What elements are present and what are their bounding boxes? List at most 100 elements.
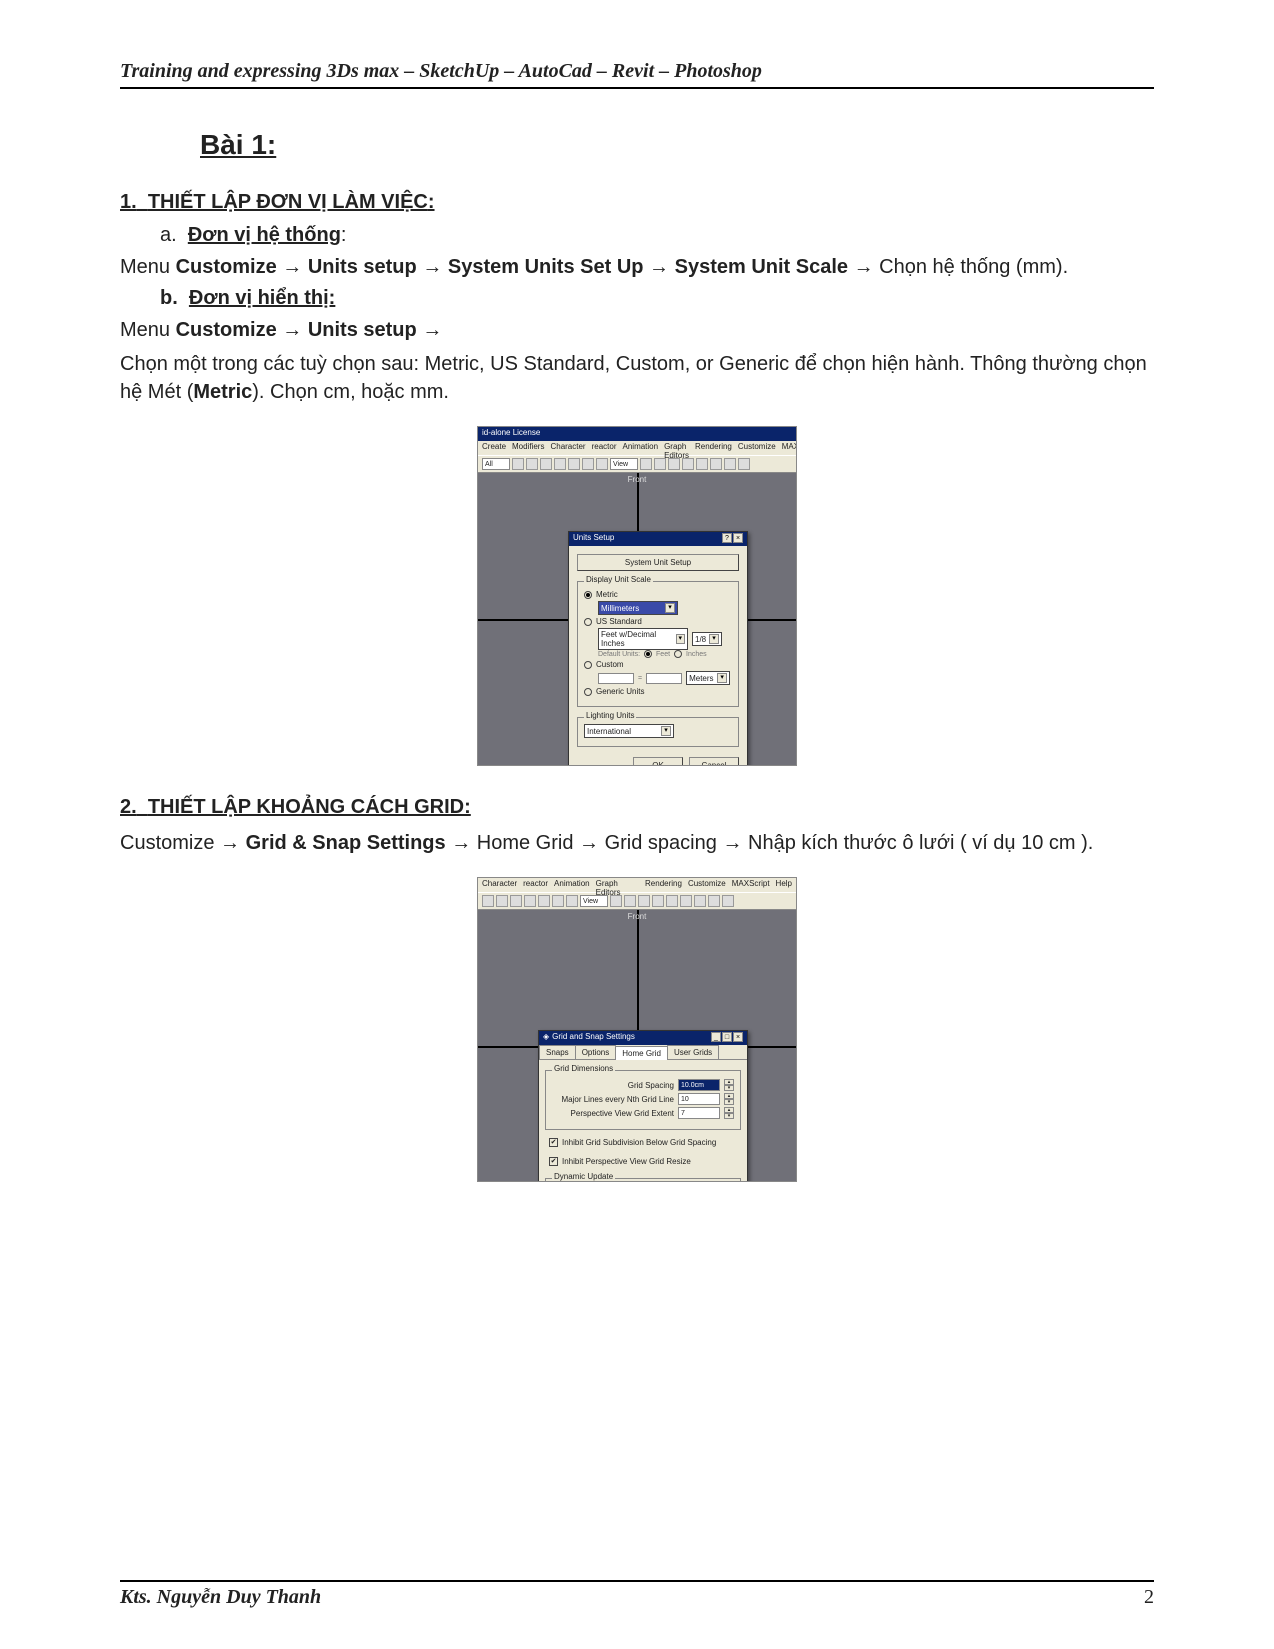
metric-dropdown[interactable]: Millimeters▾	[598, 601, 678, 615]
close-icon[interactable]: ×	[733, 533, 743, 543]
chevron-down-icon[interactable]: ▾	[661, 726, 671, 736]
us-dropdown-2[interactable]: 1/8▾	[692, 632, 722, 646]
app-menubar[interactable]: Create Modifiers Character reactor Anima…	[478, 441, 796, 455]
radio-custom[interactable]	[584, 661, 592, 669]
lighting-dropdown[interactable]: International▾	[584, 724, 674, 738]
dialog-titlebar[interactable]: ◈Grid and Snap Settings _ □ ×	[539, 1031, 747, 1045]
toolbar-icon[interactable]	[582, 458, 594, 470]
spin-down-icon[interactable]: ▾	[724, 1085, 734, 1091]
custom-value-input[interactable]	[646, 673, 682, 684]
menu-item[interactable]: Animation	[554, 879, 590, 891]
maximize-icon[interactable]: □	[722, 1032, 732, 1042]
toolbar-icon[interactable]	[552, 895, 564, 907]
toolbar-icon[interactable]	[540, 458, 552, 470]
help-icon[interactable]: ?	[722, 533, 732, 543]
radio-generic[interactable]	[584, 688, 592, 696]
minimize-icon[interactable]: _	[711, 1032, 721, 1042]
menu-item[interactable]: Help	[776, 879, 792, 891]
tab-user-grids[interactable]: User Grids	[667, 1045, 719, 1059]
menu-item[interactable]: MAXScript	[782, 442, 797, 454]
major-lines-input[interactable]: 10	[678, 1093, 720, 1105]
toolbar-icon[interactable]	[654, 458, 666, 470]
toolbar-icon[interactable]	[482, 895, 494, 907]
spin-down-icon[interactable]: ▾	[724, 1099, 734, 1105]
toolbar-icon[interactable]	[696, 458, 708, 470]
toolbar-icon[interactable]	[526, 458, 538, 470]
tab-home-grid[interactable]: Home Grid	[615, 1046, 668, 1060]
group-legend: Lighting Units	[584, 711, 636, 720]
inhibit-persp-checkbox[interactable]	[549, 1157, 558, 1166]
coord-select[interactable]: View	[580, 895, 608, 907]
toolbar-icon[interactable]	[666, 895, 678, 907]
ok-button[interactable]: OK	[633, 757, 683, 766]
menu-item[interactable]: Customize	[738, 442, 776, 454]
custom-name-input[interactable]	[598, 673, 634, 684]
us-dropdown-1[interactable]: Feet w/Decimal Inches▾	[598, 628, 688, 650]
menu-item[interactable]: reactor	[592, 442, 617, 454]
toolbar-icon[interactable]	[710, 458, 722, 470]
menu-item[interactable]: Modifiers	[512, 442, 544, 454]
inhibit-subdiv-checkbox[interactable]	[549, 1138, 558, 1147]
menu-item[interactable]: Rendering	[645, 879, 682, 891]
toolbar-icon[interactable]	[512, 458, 524, 470]
menu-item[interactable]: Graph Editors	[664, 442, 689, 454]
menu-item[interactable]: Graph Editors	[596, 879, 639, 891]
radio-us-standard[interactable]	[584, 618, 592, 626]
app-menubar[interactable]: Character reactor Animation Graph Editor…	[478, 878, 796, 892]
page-header: Training and expressing 3Ds max – Sketch…	[120, 60, 1154, 89]
arrow-icon: →	[854, 256, 874, 278]
menu-item[interactable]: Customize	[688, 879, 726, 891]
menu-item[interactable]: reactor	[523, 879, 548, 891]
toolbar-icon[interactable]	[566, 895, 578, 907]
chevron-down-icon[interactable]: ▾	[665, 603, 675, 613]
toolbar-icon[interactable]	[554, 458, 566, 470]
toolbar-icon[interactable]	[724, 458, 736, 470]
menu-item[interactable]: Create	[482, 442, 506, 454]
menu-item[interactable]: Character	[550, 442, 585, 454]
toolbar-icon[interactable]	[638, 895, 650, 907]
chevron-down-icon[interactable]: ▾	[676, 634, 685, 644]
coord-select[interactable]: View	[610, 458, 638, 470]
section-2-text: THIẾT LẬP KHOẢNG CÁCH GRID:	[148, 796, 471, 818]
filter-select[interactable]: All	[482, 458, 510, 470]
toolbar-icon[interactable]	[708, 895, 720, 907]
radio-inches[interactable]	[674, 650, 682, 658]
menu-item[interactable]: Character	[482, 879, 517, 891]
toolbar-icon[interactable]	[538, 895, 550, 907]
system-unit-setup-button[interactable]: System Unit Setup	[577, 554, 739, 571]
us-dd2-value: 1/8	[695, 635, 706, 644]
grid-spacing-input[interactable]: 10.0cm	[678, 1079, 720, 1091]
chevron-down-icon[interactable]: ▾	[709, 634, 719, 644]
toolbar-icon[interactable]	[652, 895, 664, 907]
footer-page-number: 2	[1144, 1586, 1154, 1609]
toolbar-icon[interactable]	[640, 458, 652, 470]
menu-item[interactable]: MAXScript	[732, 879, 770, 891]
toolbar-icon[interactable]	[738, 458, 750, 470]
close-icon[interactable]: ×	[733, 1032, 743, 1042]
toolbar-icon[interactable]	[682, 458, 694, 470]
toolbar-icon[interactable]	[624, 895, 636, 907]
radio-metric[interactable]	[584, 591, 592, 599]
persp-extent-input[interactable]: 7	[678, 1107, 720, 1119]
cancel-button[interactable]: Cancel	[689, 757, 739, 766]
toolbar-icon[interactable]	[510, 895, 522, 907]
chevron-down-icon[interactable]: ▾	[717, 673, 727, 683]
tab-options[interactable]: Options	[575, 1045, 617, 1059]
toolbar-icon[interactable]	[496, 895, 508, 907]
radio-feet[interactable]	[644, 650, 652, 658]
spin-down-icon[interactable]: ▾	[724, 1113, 734, 1119]
toolbar-icon[interactable]	[524, 895, 536, 907]
toolbar-icon[interactable]	[668, 458, 680, 470]
toolbar-icon[interactable]	[568, 458, 580, 470]
toolbar-icon[interactable]	[680, 895, 692, 907]
custom-unit-dropdown[interactable]: Meters▾	[686, 671, 730, 685]
inhibit-persp-label: Inhibit Perspective View Grid Resize	[562, 1157, 691, 1166]
toolbar-icon[interactable]	[694, 895, 706, 907]
menu-item[interactable]: Rendering	[695, 442, 732, 454]
toolbar-icon[interactable]	[722, 895, 734, 907]
dialog-titlebar[interactable]: Units Setup ? ×	[569, 532, 747, 546]
toolbar-icon[interactable]	[610, 895, 622, 907]
tab-snaps[interactable]: Snaps	[539, 1045, 576, 1059]
toolbar-icon[interactable]	[596, 458, 608, 470]
menu-item[interactable]: Animation	[623, 442, 659, 454]
